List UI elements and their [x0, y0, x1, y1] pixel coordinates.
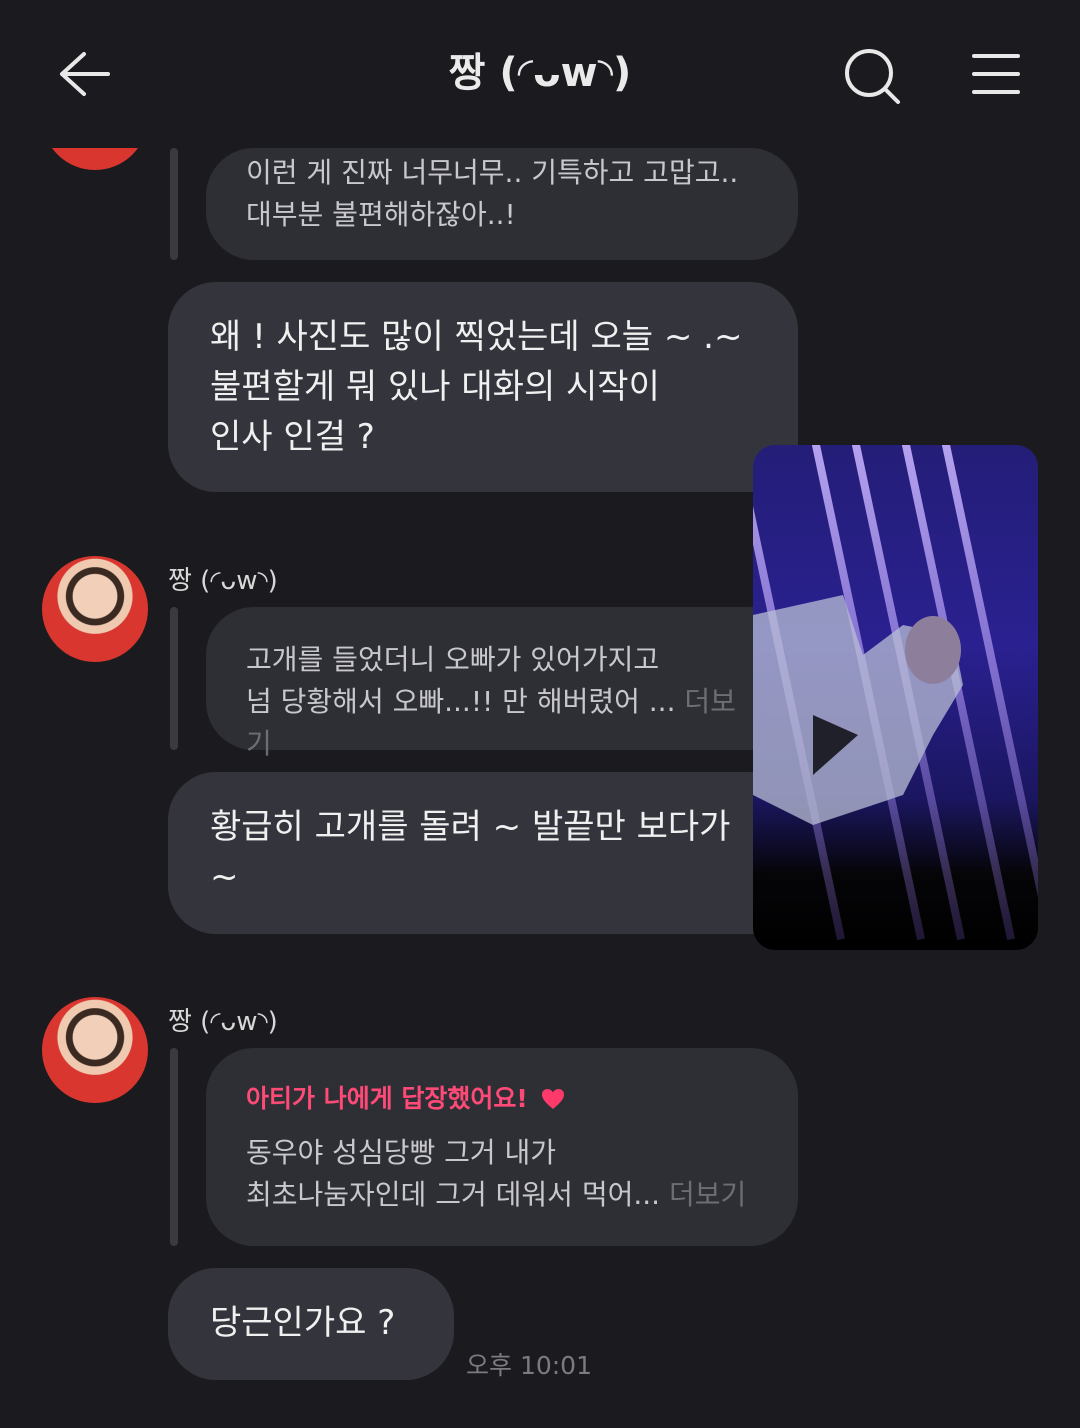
floating-photo[interactable]	[753, 445, 1038, 950]
avatar[interactable]	[42, 997, 148, 1103]
reply-bubble[interactable]: 황급히 고개를 돌려 ~ 발끝만 보다가 ~	[168, 772, 798, 934]
sender-name: 짱 (◜ᴗw◝)	[168, 1007, 278, 1037]
sender-name: 짱 (◜ᴗw◝)	[168, 566, 278, 596]
quote-bar	[170, 607, 178, 750]
avatar[interactable]	[42, 556, 148, 662]
quoted-line: 고개를 들었더니 오빠가 있어가지고	[246, 643, 660, 676]
hamburger-menu-icon	[972, 54, 1020, 94]
reply-line: 인사 인걸 ?	[210, 417, 375, 457]
quoted-line: 동우야 성심당빵 그거 내가	[246, 1136, 557, 1169]
message-timestamp: 오후 10:01	[466, 1351, 592, 1380]
reply-line: 왜 ! 사진도 많이 찍었는데 오늘 ~ .~	[210, 317, 743, 357]
reply-line: 불편할게 뭐 있나 대화의 시작이	[210, 367, 660, 407]
search-button[interactable]	[842, 46, 902, 106]
quoted-message[interactable]: 아티가 나에게 답장했어요! 동우야 성심당빵 그거 내가 최초나눔자인데 그거…	[206, 1048, 798, 1246]
performer-image	[753, 595, 963, 825]
quoted-line: 최초나눔자인데 그거 데워서 먹어...	[246, 1178, 661, 1211]
quote-bar	[170, 148, 178, 260]
reply-bubble[interactable]: 당근인가요 ?	[168, 1268, 454, 1380]
menu-button[interactable]	[972, 52, 1020, 96]
artist-reply-label: 아티가 나에게 답장했어요!	[246, 1084, 528, 1113]
top-bar: 짱 (◜ᴗw◝)	[0, 0, 1080, 148]
reply-bubble[interactable]: 왜 ! 사진도 많이 찍었는데 오늘 ~ .~ 불편할게 뭐 있나 대화의 시작…	[168, 282, 798, 492]
heart-icon	[541, 1089, 564, 1109]
more-link[interactable]: 더보기	[669, 1178, 746, 1211]
search-icon	[845, 49, 900, 104]
chat-title: 짱 (◜ᴗw◝)	[448, 50, 632, 96]
quoted-message[interactable]: 이런 게 진짜 너무너무.. 기특하고 고맙고.. 대부분 불편해하잖아..!	[206, 148, 798, 260]
quoted-line: 넘 당황해서 오빠...!! 만 해버렸어 ...	[246, 685, 676, 718]
reply-line: 당근인가요 ?	[210, 1303, 396, 1343]
reply-line: ~	[210, 857, 239, 897]
quote-bar	[170, 1048, 178, 1246]
quoted-line: 이런 게 진짜 너무너무.. 기특하고 고맙고..	[246, 156, 739, 189]
reply-line: 황급히 고개를 돌려 ~ 발끝만 보다가	[210, 807, 731, 847]
quoted-message[interactable]: 고개를 들었더니 오빠가 있어가지고 넘 당황해서 오빠...!! 만 해버렸어…	[206, 607, 798, 760]
quoted-line: 대부분 불편해하잖아..!	[246, 198, 516, 231]
